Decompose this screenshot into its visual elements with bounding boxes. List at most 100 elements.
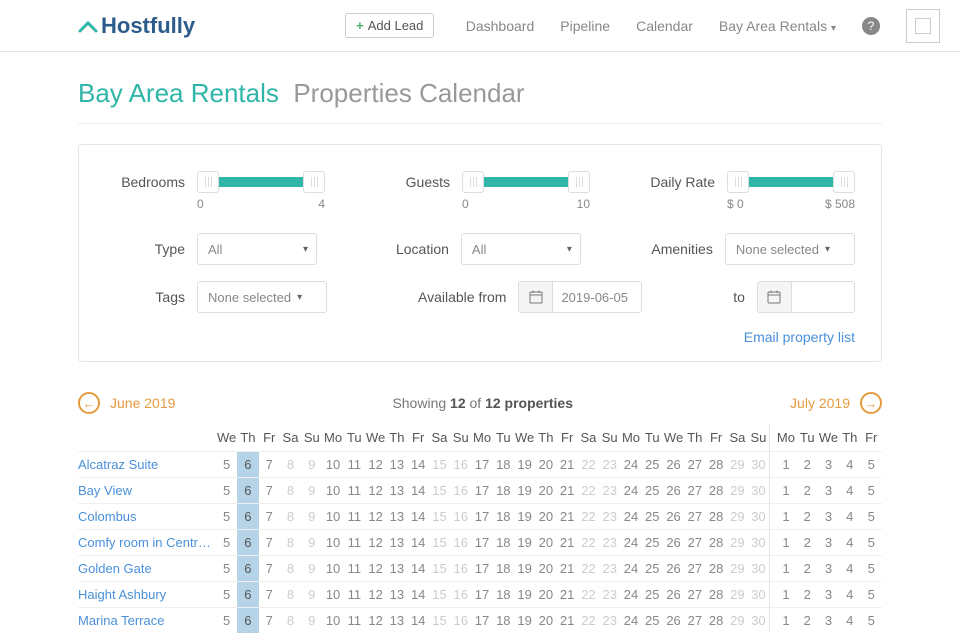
calendar-cell[interactable]: 21	[557, 504, 578, 530]
available-from-input[interactable]: 2019-06-05	[552, 281, 642, 313]
email-property-list-link[interactable]: Email property list	[744, 329, 855, 345]
calendar-cell[interactable]: 15	[429, 452, 450, 478]
calendar-cell[interactable]: 13	[386, 556, 407, 582]
calendar-cell[interactable]: 5	[216, 530, 237, 556]
calendar-cell[interactable]: 1	[775, 452, 796, 478]
bedrooms-slider[interactable]	[197, 171, 325, 193]
property-link[interactable]: Alcatraz Suite	[78, 452, 216, 478]
calendar-cell[interactable]: 25	[642, 608, 663, 633]
calendar-cell[interactable]: 23	[599, 504, 620, 530]
calendar-cell[interactable]: 22	[578, 556, 599, 582]
calendar-cell[interactable]: 21	[557, 530, 578, 556]
calendar-cell[interactable]: 10	[322, 608, 343, 633]
calendar-cell[interactable]: 21	[557, 582, 578, 608]
calendar-cell[interactable]: 24	[620, 504, 641, 530]
calendar-cell[interactable]: 17	[471, 478, 492, 504]
calendar-cell[interactable]: 8	[280, 556, 301, 582]
calendar-cell[interactable]: 9	[301, 608, 322, 633]
calendar-cell[interactable]: 29	[727, 582, 748, 608]
calendar-cell[interactable]: 16	[450, 530, 471, 556]
calendar-cell[interactable]: 5	[860, 478, 882, 504]
calendar-cell[interactable]: 27	[684, 608, 705, 633]
calendar-cell[interactable]: 7	[259, 478, 280, 504]
calendar-cell[interactable]: 5	[860, 556, 882, 582]
calendar-cell[interactable]: 8	[280, 478, 301, 504]
calendar-cell[interactable]: 29	[727, 608, 748, 633]
calendar-cell[interactable]: 1	[775, 530, 796, 556]
calendar-cell[interactable]: 17	[471, 556, 492, 582]
calendar-cell[interactable]: 11	[344, 608, 365, 633]
calendar-cell[interactable]: 26	[663, 530, 684, 556]
property-link[interactable]: Marina Terrace	[78, 608, 216, 633]
calendar-cell[interactable]: 6	[237, 452, 258, 478]
calendar-cell[interactable]: 18	[493, 504, 514, 530]
calendar-cell[interactable]: 30	[748, 478, 769, 504]
calendar-cell[interactable]: 28	[705, 608, 726, 633]
calendar-cell[interactable]: 4	[839, 504, 860, 530]
calendar-cell[interactable]: 29	[727, 556, 748, 582]
calendar-cell[interactable]: 19	[514, 478, 535, 504]
calendar-cell[interactable]: 27	[684, 556, 705, 582]
calendar-cell[interactable]: 8	[280, 452, 301, 478]
calendar-cell[interactable]: 5	[216, 556, 237, 582]
calendar-cell[interactable]: 19	[514, 530, 535, 556]
nav-calendar[interactable]: Calendar	[636, 18, 693, 34]
calendar-cell[interactable]: 12	[365, 478, 386, 504]
property-link[interactable]: Bay View	[78, 478, 216, 504]
calendar-cell[interactable]: 14	[408, 478, 429, 504]
calendar-cell[interactable]: 26	[663, 504, 684, 530]
location-select[interactable]: All	[461, 233, 581, 265]
calendar-cell[interactable]: 17	[471, 608, 492, 633]
calendar-cell[interactable]: 25	[642, 582, 663, 608]
calendar-cell[interactable]: 16	[450, 582, 471, 608]
calendar-cell[interactable]: 15	[429, 608, 450, 633]
calendar-cell[interactable]: 14	[408, 608, 429, 633]
calendar-cell[interactable]: 7	[259, 530, 280, 556]
calendar-cell[interactable]: 28	[705, 452, 726, 478]
daily-rate-slider-max-handle[interactable]	[833, 171, 855, 193]
calendar-cell[interactable]: 22	[578, 608, 599, 633]
calendar-cell[interactable]: 11	[344, 582, 365, 608]
calendar-cell[interactable]: 11	[344, 504, 365, 530]
calendar-cell[interactable]: 20	[535, 608, 556, 633]
calendar-cell[interactable]: 2	[797, 530, 818, 556]
calendar-cell[interactable]: 3	[818, 478, 839, 504]
calendar-cell[interactable]: 20	[535, 530, 556, 556]
calendar-cell[interactable]: 13	[386, 478, 407, 504]
calendar-cell[interactable]: 12	[365, 582, 386, 608]
calendar-cell[interactable]: 16	[450, 556, 471, 582]
calendar-cell[interactable]: 16	[450, 478, 471, 504]
calendar-cell[interactable]: 18	[493, 478, 514, 504]
calendar-cell[interactable]: 27	[684, 478, 705, 504]
calendar-icon[interactable]	[518, 281, 552, 313]
bedrooms-slider-max-handle[interactable]	[303, 171, 325, 193]
calendar-cell[interactable]: 25	[642, 504, 663, 530]
nav-agency-dropdown[interactable]: Bay Area Rentals ▾	[719, 18, 836, 34]
guests-slider-min-handle[interactable]	[462, 171, 484, 193]
calendar-cell[interactable]: 23	[599, 530, 620, 556]
calendar-cell[interactable]: 7	[259, 556, 280, 582]
calendar-cell[interactable]: 19	[514, 556, 535, 582]
calendar-cell[interactable]: 30	[748, 530, 769, 556]
calendar-cell[interactable]: 2	[797, 582, 818, 608]
calendar-cell[interactable]: 15	[429, 556, 450, 582]
calendar-cell[interactable]: 23	[599, 556, 620, 582]
calendar-cell[interactable]: 3	[818, 504, 839, 530]
calendar-cell[interactable]: 27	[684, 452, 705, 478]
calendar-cell[interactable]: 8	[280, 608, 301, 633]
calendar-cell[interactable]: 17	[471, 530, 492, 556]
calendar-cell[interactable]: 5	[216, 504, 237, 530]
calendar-cell[interactable]: 10	[322, 478, 343, 504]
calendar-cell[interactable]: 10	[322, 530, 343, 556]
calendar-cell[interactable]: 11	[344, 478, 365, 504]
calendar-cell[interactable]: 14	[408, 556, 429, 582]
calendar-cell[interactable]: 9	[301, 556, 322, 582]
calendar-cell[interactable]: 13	[386, 530, 407, 556]
calendar-cell[interactable]: 5	[860, 530, 882, 556]
calendar-cell[interactable]: 26	[663, 608, 684, 633]
amenities-dropdown[interactable]: None selected▾	[725, 233, 855, 265]
calendar-cell[interactable]: 1	[775, 582, 796, 608]
calendar-cell[interactable]: 5	[216, 478, 237, 504]
calendar-cell[interactable]: 25	[642, 452, 663, 478]
guests-slider-max-handle[interactable]	[568, 171, 590, 193]
